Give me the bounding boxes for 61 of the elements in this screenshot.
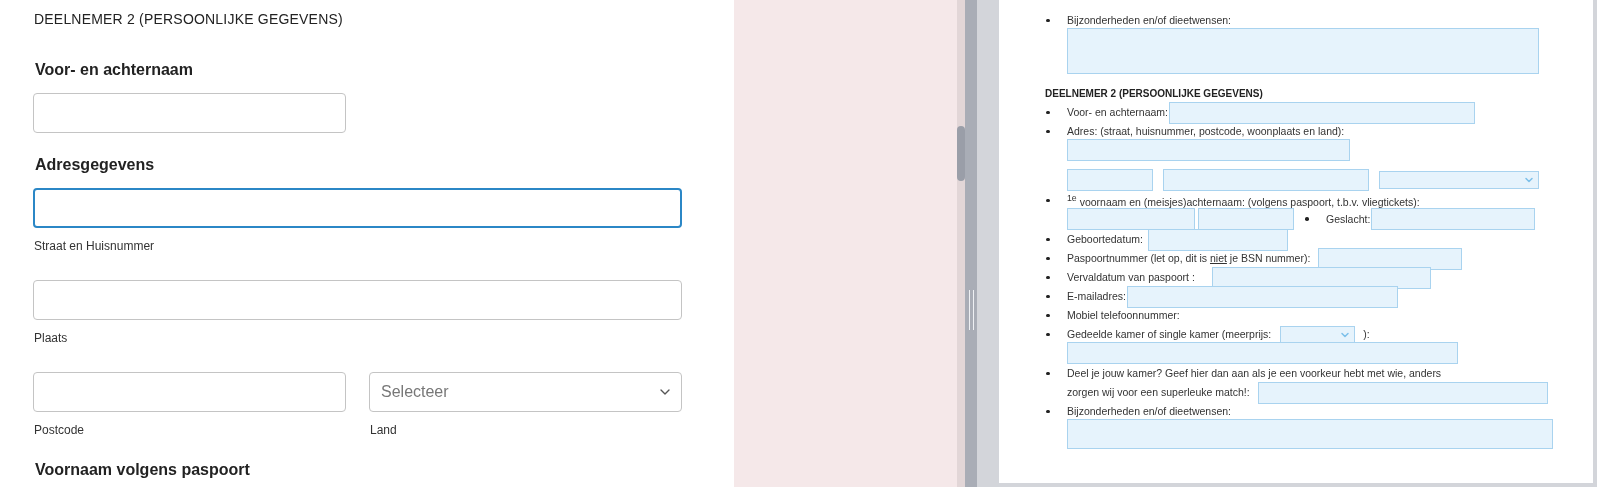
field-caption: Postcode <box>34 422 86 438</box>
document-text: Vervaldatum van paspoort : <box>1067 271 1195 284</box>
text-field[interactable] <box>33 188 682 228</box>
dropdown-field[interactable] <box>1379 171 1539 189</box>
dropdown-field[interactable] <box>1280 325 1356 344</box>
bullet-icon <box>1046 198 1050 203</box>
text-area[interactable] <box>1067 28 1539 74</box>
form-field[interactable] <box>1371 208 1536 230</box>
form-field[interactable] <box>1067 139 1350 161</box>
text-field[interactable] <box>33 280 682 320</box>
document-text: Bijzonderheden en/of dieetwensen: <box>1067 405 1232 418</box>
bullet-icon <box>1046 275 1050 280</box>
document-text: Paspoortnummer (let op, dit is niet je BSN nummer): <box>1067 252 1311 265</box>
document-text: Mobiel telefoonnummer: <box>1067 309 1180 322</box>
form-field[interactable] <box>1257 381 1548 404</box>
document-text: E-mailadres: <box>1067 290 1126 303</box>
field-label: Adresgegevens <box>35 155 156 175</box>
document-text: $^{1e}$ voornaam en (meisjes)achternaam: (volgens paspoort, t.b.v. vliegtickets): <box>1067 192 1420 209</box>
bullet-icon <box>1046 237 1050 242</box>
text-field[interactable] <box>33 93 346 133</box>
field-caption: Land <box>370 422 398 438</box>
document-text: Voor- en achternaam: <box>1067 106 1168 119</box>
scrollbar-thumb[interactable] <box>957 126 965 181</box>
form-field[interactable] <box>1067 342 1458 364</box>
bullet-icon <box>1046 332 1050 337</box>
field-label: Voor- en achternaam <box>35 60 194 80</box>
bullet-icon <box>1046 294 1050 299</box>
field-label: Voornaam volgens paspoort <box>35 460 251 480</box>
document-text: Adres: (straat, huisnummer, postcode, woonplaats en land): <box>1067 125 1345 138</box>
field-caption: Straat en Huisnummer <box>34 238 156 254</box>
bullet-icon <box>1046 110 1050 115</box>
document-text: Bijzonderheden en/of dieetwensen: <box>1067 14 1232 27</box>
bullet-icon <box>1046 409 1050 414</box>
bullet-icon <box>1046 313 1050 318</box>
splitter[interactable] <box>965 0 977 487</box>
bullet-icon <box>1046 129 1050 134</box>
form-field[interactable] <box>1067 208 1195 230</box>
document-text: Gedeelde kamer of single kamer (meerprijs: <box>1067 328 1272 341</box>
form-field[interactable] <box>1126 285 1398 308</box>
field-caption: Plaats <box>34 330 69 346</box>
country-select[interactable]: Selecteer <box>369 372 682 412</box>
form-field[interactable] <box>1169 101 1475 124</box>
section-title: DEELNEMER 2 (PERSOONLIJKE GEGEVENS) <box>34 10 344 28</box>
form-field[interactable] <box>1198 208 1294 230</box>
grip-icon <box>968 290 974 330</box>
document-text: ): <box>1363 328 1370 341</box>
bullet-icon <box>1305 217 1309 221</box>
form-field[interactable] <box>1163 169 1369 191</box>
bullet-icon <box>1046 256 1050 261</box>
document-text: zorgen wij voor een superleuke match!: <box>1067 386 1250 399</box>
text-area[interactable] <box>1067 419 1553 449</box>
bullet-icon <box>1046 371 1050 376</box>
form-field[interactable] <box>1318 247 1463 270</box>
bullet-icon <box>1046 18 1050 23</box>
document-text: Geboortedatum: <box>1067 233 1143 246</box>
form-field[interactable] <box>1067 169 1153 191</box>
text-field[interactable] <box>33 372 346 412</box>
document-text: Geslacht: <box>1326 212 1371 226</box>
form-field[interactable] <box>1147 228 1288 251</box>
document-text: Deel je jouw kamer? Geef hier dan aan als je een voorkeur hebt met wie, anders <box>1067 367 1442 380</box>
section-heading: DEELNEMER 2 (PERSOONLIJKE GEGEVENS) <box>1045 87 1264 101</box>
